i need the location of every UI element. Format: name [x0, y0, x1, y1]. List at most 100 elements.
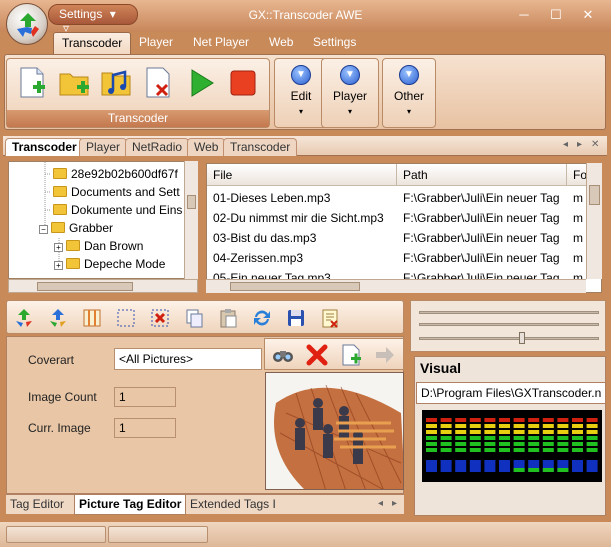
tab-scroll-left-icon[interactable]: ◂ [378, 498, 383, 509]
tab-net-player[interactable]: Net Player [185, 32, 257, 54]
tab-scroll-right-icon[interactable]: ▸ [392, 498, 397, 509]
coverart-select[interactable]: <All Pictures> [114, 348, 262, 370]
curr-image-field[interactable]: 1 [114, 418, 176, 438]
close-button[interactable]: ✕ [576, 7, 600, 25]
music-files-icon[interactable] [99, 65, 135, 101]
clear-tags-icon[interactable] [319, 307, 341, 329]
folder-tree[interactable]: 28e92b02b600df67f Documents and Sett Dok… [8, 161, 198, 279]
spectrum-segment [455, 448, 467, 452]
minimize-button[interactable]: ─ [512, 7, 536, 25]
cell-path[interactable]: F:\Grabber\Juli\Ein neuer Tag [397, 188, 567, 208]
tree-item[interactable]: 28e92b02b600df67f [53, 165, 178, 183]
scroll-thumb[interactable] [37, 282, 133, 291]
add-folder-icon[interactable] [57, 65, 93, 101]
scroll-thumb[interactable] [230, 282, 360, 291]
spectrum-segment [469, 442, 481, 446]
remove-file-icon[interactable] [141, 65, 177, 101]
tree-item[interactable]: Dokumente und Eins [53, 201, 182, 219]
play-icon[interactable] [183, 65, 219, 101]
grid-horizontal-scrollbar[interactable] [206, 279, 586, 293]
file-grid[interactable]: File Path Fo 01-Dieses Leben.mp3 F:\Grab… [206, 163, 602, 293]
arrow-right-icon[interactable] [373, 343, 397, 367]
expand-icon[interactable]: + [54, 261, 63, 270]
copy-icon[interactable] [183, 307, 205, 329]
balance-slider[interactable] [419, 323, 599, 326]
ribbon-tab-bar: Transcoder Player Net Player Web Setting… [0, 32, 611, 54]
position-slider[interactable] [419, 311, 599, 314]
tree-item[interactable]: − Grabber [39, 219, 113, 237]
spectrum-segment [440, 436, 452, 440]
visual-plugin-path[interactable]: D:\Program Files\GXTranscoder.n [416, 382, 606, 404]
sync-icon[interactable] [251, 307, 273, 329]
grid-vertical-scrollbar[interactable] [586, 163, 602, 279]
app-orb-button[interactable] [6, 3, 48, 45]
spectrum-segment [557, 442, 569, 446]
edit-dropdown-button[interactable]: ▼ Edit ▾ [274, 58, 328, 128]
binoculars-icon[interactable] [271, 343, 295, 367]
cell-path[interactable]: F:\Grabber\Juli\Ein neuer Tag [397, 248, 567, 268]
stop-icon[interactable] [225, 65, 261, 101]
refresh-tags-icon[interactable] [47, 307, 69, 329]
doc-tab-transcoder[interactable]: Transcoder [5, 138, 84, 156]
player-dropdown-button[interactable]: ▼ Player ▾ [321, 58, 379, 128]
save-icon[interactable] [285, 307, 307, 329]
image-count-field[interactable]: 1 [114, 387, 176, 407]
new-file-icon[interactable] [15, 65, 51, 101]
tree-item[interactable]: + Depeche Mode [54, 255, 165, 273]
tab-extended-tags[interactable]: Extended Tags I [186, 495, 280, 515]
spectrum-segment [426, 442, 437, 446]
scroll-thumb[interactable] [187, 195, 196, 209]
folder-icon [53, 186, 67, 197]
spectrum-segment [557, 430, 569, 434]
remove-picture-icon[interactable] [305, 343, 329, 367]
tab-picture-tag-editor[interactable]: Picture Tag Editor [74, 495, 187, 515]
tab-transcoder[interactable]: Transcoder [53, 32, 132, 54]
doc-tab-netradio[interactable]: NetRadio [125, 138, 190, 156]
spectrum-segment [572, 442, 583, 446]
cell-file[interactable]: 02-Du nimmst mir die Sicht.mp3 [207, 208, 397, 228]
spectrum-peak-segment [557, 468, 569, 472]
spectrum-peak-segment [528, 468, 540, 472]
tab-scroll-left-icon[interactable]: ◂ [563, 139, 568, 150]
spectrum-segment [484, 436, 496, 440]
volume-slider-thumb[interactable] [519, 332, 525, 344]
collapse-icon[interactable]: − [39, 225, 48, 234]
spectrum-segment [586, 418, 598, 422]
tab-tag-editor[interactable]: Tag Editor [6, 495, 68, 515]
tab-web[interactable]: Web [261, 32, 301, 54]
cell-file[interactable]: 01-Dieses Leben.mp3 [207, 188, 397, 208]
cell-path[interactable]: F:\Grabber\Juli\Ein neuer Tag [397, 208, 567, 228]
paste-icon[interactable] [217, 307, 239, 329]
select-icon[interactable] [115, 307, 137, 329]
spectrum-segment [440, 418, 452, 422]
doc-tab-web[interactable]: Web [187, 138, 226, 156]
tree-item[interactable]: Documents and Sett [53, 183, 180, 201]
column-header-path[interactable]: Path [397, 164, 567, 186]
close-tab-icon[interactable]: ✕ [591, 139, 599, 150]
doc-tab-player[interactable]: Player [79, 138, 128, 156]
spectrum-segment [484, 448, 496, 452]
volume-slider[interactable] [419, 337, 599, 340]
document-tab-bar: Transcoder Player NetRadio Web Transcode… [3, 136, 607, 156]
maximize-button[interactable]: ☐ [544, 7, 568, 25]
tab-scroll-right-icon[interactable]: ▸ [577, 139, 582, 150]
tab-player[interactable]: Player [131, 32, 181, 54]
scroll-thumb[interactable] [589, 185, 600, 205]
add-picture-icon[interactable] [339, 343, 363, 367]
doc-tab-transcoder-2[interactable]: Transcoder [223, 138, 298, 156]
tree-vertical-scrollbar[interactable] [184, 161, 198, 279]
cell-file[interactable]: 04-Zerissen.mp3 [207, 248, 397, 268]
tree-horizontal-scrollbar[interactable] [8, 279, 198, 293]
expand-icon[interactable]: + [54, 243, 63, 252]
delete-icon[interactable] [149, 307, 171, 329]
tree-item[interactable]: + Dan Brown [54, 237, 143, 255]
recycle-icon[interactable] [13, 307, 35, 329]
spectrum-segment [499, 442, 510, 446]
grid-view-icon[interactable] [81, 307, 103, 329]
cell-path[interactable]: F:\Grabber\Juli\Ein neuer Tag [397, 228, 567, 248]
edit-dropdown-label: Edit [290, 89, 312, 103]
tab-settings[interactable]: Settings [305, 32, 364, 54]
other-dropdown-button[interactable]: ▼ Other ▾ [382, 58, 436, 128]
column-header-file[interactable]: File [207, 164, 397, 186]
cell-file[interactable]: 03-Bist du das.mp3 [207, 228, 397, 248]
